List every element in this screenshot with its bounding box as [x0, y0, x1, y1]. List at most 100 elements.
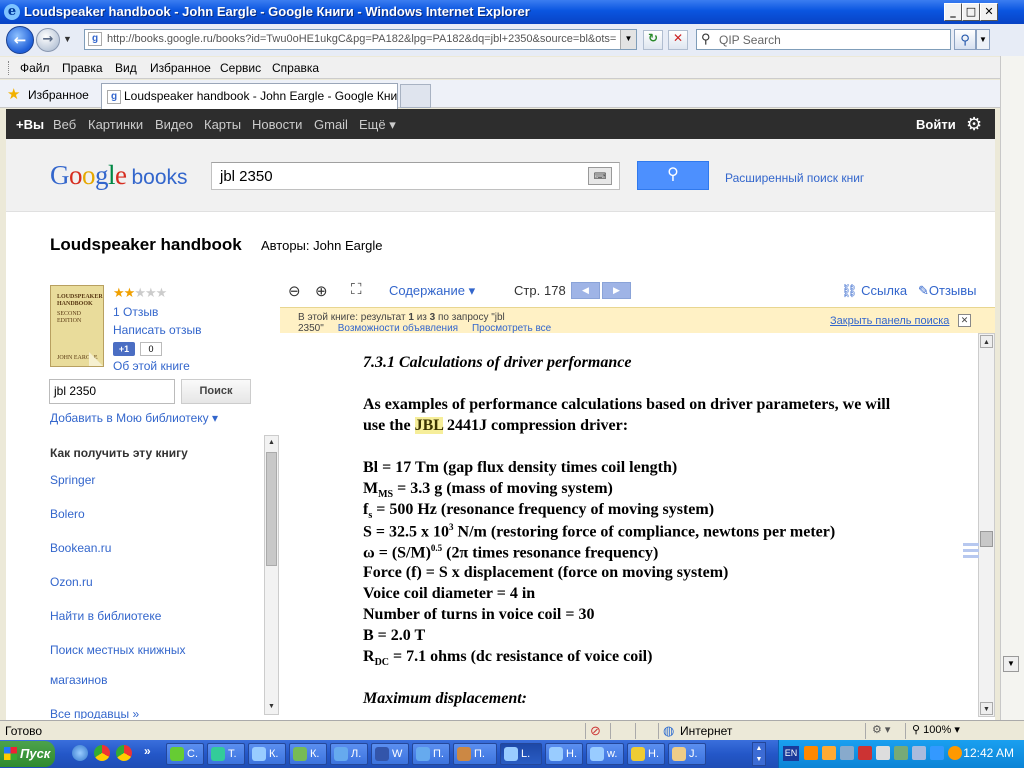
- address-bar[interactable]: g http://books.google.ru/books?id=Twu0oH…: [84, 29, 637, 50]
- menu-file[interactable]: Файл: [20, 61, 50, 75]
- local-stores-link[interactable]: Поиск местных книжных: [50, 643, 185, 657]
- seller-link[interactable]: Bolero: [50, 507, 85, 521]
- in-book-search-button[interactable]: Поиск: [181, 379, 251, 404]
- close-button[interactable]: ✕: [980, 3, 998, 21]
- gbar-video[interactable]: Видео: [155, 117, 193, 132]
- browser-tab[interactable]: g Loudspeaker handbook - John Eargle - G…: [101, 83, 398, 109]
- scroll-up-arrow-icon[interactable]: ▲: [266, 437, 277, 449]
- close-icon[interactable]: ✕: [958, 314, 971, 327]
- back-button[interactable]: ←: [6, 26, 34, 54]
- book-search-input[interactable]: jbl 2350: [211, 162, 620, 190]
- tray-app-icon[interactable]: [894, 746, 908, 760]
- menu-view[interactable]: Вид: [115, 61, 137, 75]
- tray-app-icon[interactable]: [930, 746, 944, 760]
- scroll-down-arrow-icon[interactable]: ▼: [980, 702, 993, 715]
- language-indicator[interactable]: EN: [783, 746, 799, 761]
- blocked-icon[interactable]: ⊘: [590, 723, 601, 739]
- chrome-quicklaunch-icon[interactable]: [116, 745, 132, 761]
- page-scrollbar[interactable]: ▲ ▼: [978, 333, 995, 717]
- menu-tools[interactable]: Сервис: [220, 61, 261, 75]
- contents-dropdown[interactable]: Содержание ▾: [389, 283, 475, 299]
- gbar-plus-you[interactable]: +Вы: [16, 117, 44, 132]
- taskbar-item[interactable]: К.: [289, 743, 327, 765]
- favorites-star-icon[interactable]: ★: [7, 85, 20, 103]
- tray-network-icon[interactable]: [840, 746, 854, 760]
- local-stores-link-cont[interactable]: магазинов: [50, 673, 107, 687]
- tray-app-icon[interactable]: [912, 746, 926, 760]
- start-button[interactable]: Пуск: [0, 741, 55, 767]
- tray-app-icon[interactable]: [804, 746, 818, 760]
- taskbar-item[interactable]: Л.: [330, 743, 368, 765]
- login-link[interactable]: Войти: [916, 117, 956, 132]
- scroll-thumb[interactable]: [266, 452, 277, 566]
- gbar-web[interactable]: Веб: [53, 117, 76, 132]
- forward-button[interactable]: →: [36, 28, 60, 52]
- gbar-more[interactable]: Ещё ▾: [359, 117, 396, 133]
- google-books-logo[interactable]: Google books: [50, 160, 188, 191]
- minimize-button[interactable]: _: [944, 3, 962, 21]
- write-review-link[interactable]: Написать отзыв: [113, 323, 201, 337]
- left-panel-scrollbar[interactable]: ▲ ▼: [264, 435, 279, 715]
- seller-link[interactable]: Ozon.ru: [50, 575, 93, 589]
- stop-icon[interactable]: ✕: [668, 30, 688, 50]
- in-book-search-input[interactable]: jbl 2350: [49, 379, 175, 404]
- keyboard-icon[interactable]: ⌨: [588, 167, 612, 185]
- plus-one-button[interactable]: +1: [113, 342, 135, 356]
- scroll-down-arrow-icon[interactable]: ▼: [1003, 656, 1019, 672]
- taskbar-item[interactable]: w.: [586, 743, 624, 765]
- reviews-button[interactable]: ✎Отзывы: [918, 283, 977, 299]
- ie-quicklaunch-icon[interactable]: [72, 745, 88, 761]
- about-book-link[interactable]: Об этой книге: [113, 359, 190, 373]
- search-button[interactable]: ⚲: [637, 161, 709, 190]
- chrome-quicklaunch-icon[interactable]: [94, 745, 110, 761]
- scroll-down-arrow-icon[interactable]: ▼: [266, 701, 277, 713]
- history-dropdown-icon[interactable]: ▼: [63, 34, 72, 44]
- protected-mode-icon[interactable]: ⚙ ▾: [872, 723, 890, 736]
- gbar-gmail[interactable]: Gmail: [314, 117, 348, 132]
- link-button[interactable]: ⛓ Ссылка: [841, 283, 907, 299]
- quicklaunch-more-icon[interactable]: »: [144, 744, 151, 758]
- previous-page-button[interactable]: ◀: [571, 282, 600, 299]
- seller-link[interactable]: Springer: [50, 473, 95, 487]
- gbar-maps[interactable]: Карты: [204, 117, 241, 132]
- taskbar-item[interactable]: Н.: [545, 743, 583, 765]
- taskbar-scroll-arrows-icon[interactable]: ▲ ▼: [752, 742, 766, 766]
- maximize-button[interactable]: □: [962, 3, 980, 21]
- tray-app-icon[interactable]: [822, 746, 836, 760]
- zoom-level[interactable]: ⚲ 100% ▾: [912, 723, 960, 736]
- qip-dropdown-icon[interactable]: ▼: [976, 29, 990, 50]
- qip-search-button[interactable]: ⚲: [954, 29, 976, 50]
- all-sellers-link[interactable]: Все продавцы »: [50, 707, 139, 719]
- address-dropdown-icon[interactable]: ▼: [620, 30, 636, 49]
- browser-scrollbar[interactable]: ▼: [1000, 56, 1024, 720]
- next-page-button[interactable]: ▶: [602, 282, 631, 299]
- taskbar-item[interactable]: Т.: [207, 743, 245, 765]
- advanced-search-link[interactable]: Расширенный поиск книг: [725, 171, 864, 185]
- scroll-thumb[interactable]: [980, 531, 993, 547]
- gear-icon[interactable]: ⚙: [966, 114, 982, 135]
- fullscreen-icon[interactable]: ⛶: [351, 281, 362, 298]
- close-search-panel-link[interactable]: Закрыть панель поиска: [830, 315, 949, 327]
- zoom-out-icon[interactable]: ⊖: [288, 282, 301, 300]
- tray-volume-icon[interactable]: [876, 746, 890, 760]
- menu-help[interactable]: Справка: [272, 61, 319, 75]
- tray-app-icon[interactable]: [948, 746, 962, 760]
- qip-search-input[interactable]: ⚲ QIP Search: [696, 29, 951, 50]
- taskbar-item[interactable]: Н.: [627, 743, 665, 765]
- gbar-news[interactable]: Новости: [252, 117, 302, 132]
- taskbar-item[interactable]: С.: [166, 743, 204, 765]
- refresh-icon[interactable]: ↻: [643, 30, 663, 50]
- scroll-up-arrow-icon[interactable]: ▲: [980, 335, 993, 348]
- seller-link[interactable]: Bookean.ru: [50, 541, 111, 555]
- taskbar-item[interactable]: W: [371, 743, 409, 765]
- tray-app-icon[interactable]: [858, 746, 872, 760]
- menu-favorites[interactable]: Избранное: [150, 61, 211, 75]
- taskbar-clock[interactable]: 12:42 AM: [963, 746, 1014, 760]
- rating-stars[interactable]: ★★★★★: [113, 285, 167, 301]
- page-position-marker[interactable]: [963, 543, 979, 558]
- find-in-library-link[interactable]: Найти в библиотеке: [50, 609, 161, 623]
- taskbar-item[interactable]: К.: [248, 743, 286, 765]
- author-link[interactable]: John Eargle: [313, 238, 382, 253]
- taskbar-item[interactable]: J.: [668, 743, 706, 765]
- taskbar-item[interactable]: П.: [453, 743, 497, 765]
